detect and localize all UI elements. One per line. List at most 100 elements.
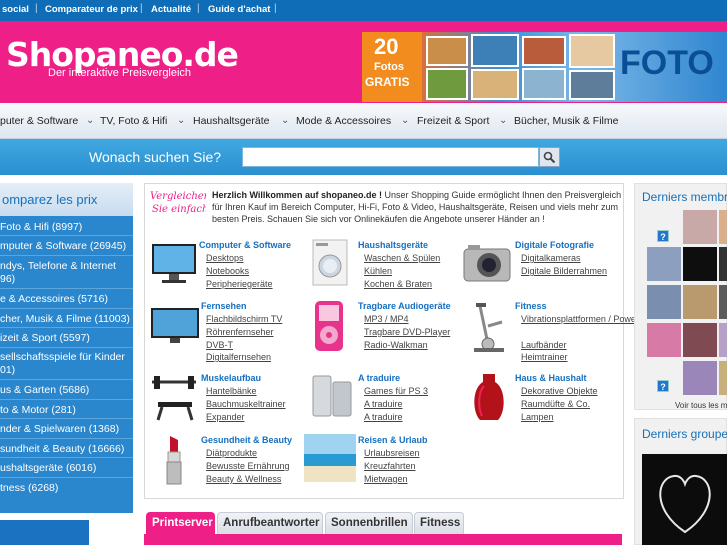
sidebar-category[interactable]: to & Motor (281) xyxy=(0,400,133,419)
sidebar-category[interactable]: ushaltsgeräte (6016) xyxy=(0,458,133,478)
sidebar-category[interactable]: mputer & Software (26945) xyxy=(0,236,133,256)
category-link[interactable]: Radio-Walkman xyxy=(364,340,428,350)
category-link[interactable]: Tragbare DVD-Player xyxy=(364,327,450,337)
category-title[interactable]: A traduire xyxy=(358,373,400,383)
banner-photo xyxy=(426,36,468,66)
category-link[interactable]: Notebooks xyxy=(206,266,249,276)
search-label: Wonach suchen Sie? xyxy=(89,149,222,165)
category-link[interactable]: A traduire xyxy=(364,399,403,409)
category-title[interactable]: Haus & Haushalt xyxy=(515,373,587,383)
nav-item-computer[interactable]: puter & Software xyxy=(0,115,78,127)
category-link[interactable]: MP3 / MP4 xyxy=(364,314,409,324)
nav-item-tv[interactable]: TV, Foto & Hifi xyxy=(100,115,167,127)
avatar[interactable] xyxy=(683,285,717,319)
category-link[interactable]: Hantelbänke xyxy=(206,386,257,396)
category-link[interactable]: DVB-T xyxy=(206,340,233,350)
welcome-bold: Herzlich Willkommen auf shopaneo.de ! xyxy=(212,190,382,200)
category-link[interactable]: Kochen & Braten xyxy=(364,279,432,289)
sidebar-category[interactable]: tness (6268) xyxy=(0,478,133,497)
promo-banner[interactable]: 20 Fotos GRATIS FOTO xyxy=(362,32,727,102)
category-title[interactable]: Fernsehen xyxy=(201,301,247,311)
category-link[interactable]: Lampen xyxy=(521,412,554,422)
avatar[interactable] xyxy=(719,285,727,319)
category-link[interactable]: Mietwagen xyxy=(364,474,408,484)
category-title[interactable]: Reisen & Urlaub xyxy=(358,435,428,445)
nav-item-haushalt[interactable]: Haushaltsgeräte xyxy=(193,115,269,127)
avatar[interactable] xyxy=(647,285,681,319)
category-title[interactable]: Muskelaufbau xyxy=(201,373,261,383)
topbar-link-actualite[interactable]: Actualité xyxy=(151,4,191,15)
topbar-link-comparateur[interactable]: Comparateur de prix xyxy=(45,4,138,15)
category-link[interactable]: Digitalfernsehen xyxy=(206,352,271,362)
category-link[interactable]: Kreuzfahrten xyxy=(364,461,416,471)
category-link[interactable]: Digitalkameras xyxy=(521,253,581,263)
avatar[interactable] xyxy=(719,210,727,244)
banner-photo xyxy=(426,68,468,100)
avatar[interactable] xyxy=(719,323,727,357)
nav-item-freizeit[interactable]: Freizeit & Sport xyxy=(417,115,489,127)
avatar[interactable] xyxy=(683,210,717,244)
category-link[interactable]: Bewusste Ernährung xyxy=(206,461,290,471)
tab-anrufbeantworter[interactable]: Anrufbeantworter xyxy=(217,512,323,534)
category-link[interactable]: Bauchmuskeltrainer xyxy=(206,399,286,409)
sidebar-category[interactable]: Foto & Hifi (8997) xyxy=(0,217,133,236)
category-link[interactable]: Expander xyxy=(206,412,245,422)
topbar-link-guide[interactable]: Guide d'achat xyxy=(208,4,270,15)
sidebar-category[interactable]: ndys, Telefone & Internet 96) xyxy=(0,256,133,289)
search-button[interactable] xyxy=(539,147,560,167)
category-link[interactable]: Flachbildschirm TV xyxy=(206,314,282,324)
category-link[interactable]: Beauty & Wellness xyxy=(206,474,281,484)
beach-icon xyxy=(304,434,356,482)
sidebar-category[interactable]: izeit & Sport (5597) xyxy=(0,328,133,348)
topbar-link-social[interactable]: social xyxy=(2,4,29,15)
sidebar-category[interactable]: e & Accessoires (5716) xyxy=(0,289,133,309)
avatar[interactable] xyxy=(683,361,717,395)
category-cell: Digitale Fotografie Digitalkameras Digit… xyxy=(462,239,622,294)
weight-bench-icon xyxy=(152,376,196,421)
avatar[interactable] xyxy=(683,247,717,281)
category-link[interactable]: Desktops xyxy=(206,253,244,263)
unknown-avatar-icon[interactable]: ? xyxy=(657,380,669,392)
group-image[interactable] xyxy=(642,454,727,545)
category-link[interactable]: Urlaubsreisen xyxy=(364,448,420,458)
category-title[interactable]: Gesundheit & Beauty xyxy=(201,435,292,445)
avatar[interactable] xyxy=(719,247,727,281)
see-all-members-link[interactable]: Voir tous les m xyxy=(675,401,727,410)
category-link[interactable]: A traduire xyxy=(364,412,403,422)
sidebar-category[interactable]: sellschaftsspiele für Kinder 01) xyxy=(0,348,133,380)
avatar[interactable] xyxy=(647,323,681,357)
category-link[interactable]: Peripheriegeräte xyxy=(206,279,273,289)
category-link[interactable]: Waschen & Spülen xyxy=(364,253,440,263)
category-link[interactable]: Diätprodukte xyxy=(206,448,257,458)
unknown-avatar-icon[interactable]: ? xyxy=(657,230,669,242)
category-link[interactable]: Heimtrainer xyxy=(521,352,568,362)
category-link[interactable]: Kühlen xyxy=(364,266,392,276)
sidebar-category[interactable]: sundheit & Beauty (16666) xyxy=(0,439,133,458)
category-sidebar: omparez les prix Foto & Hifi (8997) mput… xyxy=(0,183,133,513)
category-title[interactable]: Tragbare Audiogeräte xyxy=(358,301,451,311)
category-link[interactable]: Digitale Bilderrahmen xyxy=(521,266,607,276)
category-link[interactable]: Raumdüfte & Co. xyxy=(521,399,590,409)
top-nav-bar: social | Comparateur de prix | Actualité… xyxy=(0,0,727,21)
category-link[interactable]: Games für PS 3 xyxy=(364,386,428,396)
category-link[interactable]: Laufbänder xyxy=(521,340,567,350)
category-title[interactable]: Computer & Software xyxy=(199,240,291,250)
sidebar-category[interactable]: us & Garten (5686) xyxy=(0,380,133,400)
avatar[interactable] xyxy=(683,323,717,357)
tab-sonnenbrillen[interactable]: Sonnenbrillen xyxy=(325,512,413,534)
category-title[interactable]: Haushaltsgeräte xyxy=(358,240,428,250)
nav-item-mode[interactable]: Mode & Accessoires xyxy=(296,115,391,127)
category-title[interactable]: Digitale Fotografie xyxy=(515,240,594,250)
nav-item-buecher[interactable]: Bücher, Musik & Filme xyxy=(514,115,618,127)
search-input[interactable] xyxy=(242,147,539,167)
sidebar-category[interactable]: cher, Musik & Filme (11003) xyxy=(0,309,133,328)
tab-fitness[interactable]: Fitness xyxy=(414,512,464,534)
avatar[interactable] xyxy=(719,361,727,395)
tab-printserver[interactable]: Printserver xyxy=(146,512,215,534)
avatar[interactable] xyxy=(647,247,681,281)
category-link[interactable]: Röhrenfernseher xyxy=(206,327,274,337)
category-title[interactable]: Fitness xyxy=(515,301,547,311)
sidebar-category[interactable]: nder & Spielwaren (1368) xyxy=(0,419,133,439)
sidebar-ad[interactable] xyxy=(0,520,89,545)
category-link[interactable]: Dekorative Objekte xyxy=(521,386,598,396)
